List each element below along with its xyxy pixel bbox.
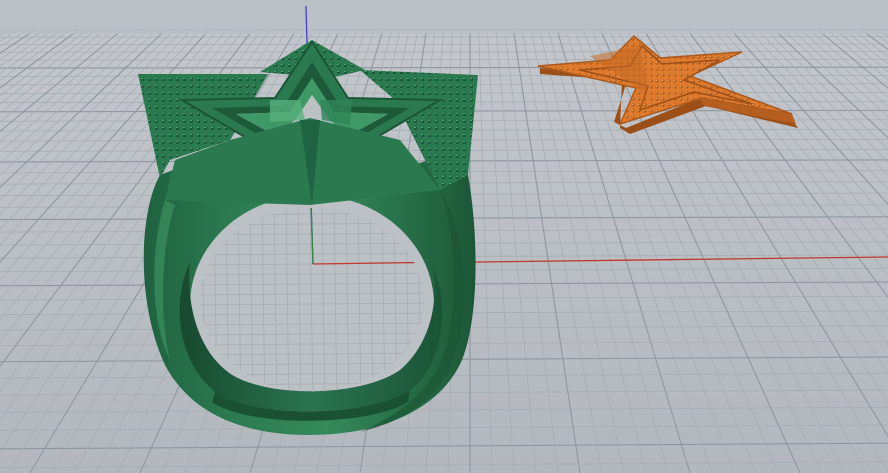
viewport-canvas[interactable] [0, 0, 888, 473]
3d-viewport[interactable] [0, 0, 888, 473]
opening-light-face [270, 100, 305, 122]
horizon-fade [0, 0, 888, 34]
grid-line [0, 43, 888, 46]
star-signet-ring[interactable] [138, 40, 478, 435]
